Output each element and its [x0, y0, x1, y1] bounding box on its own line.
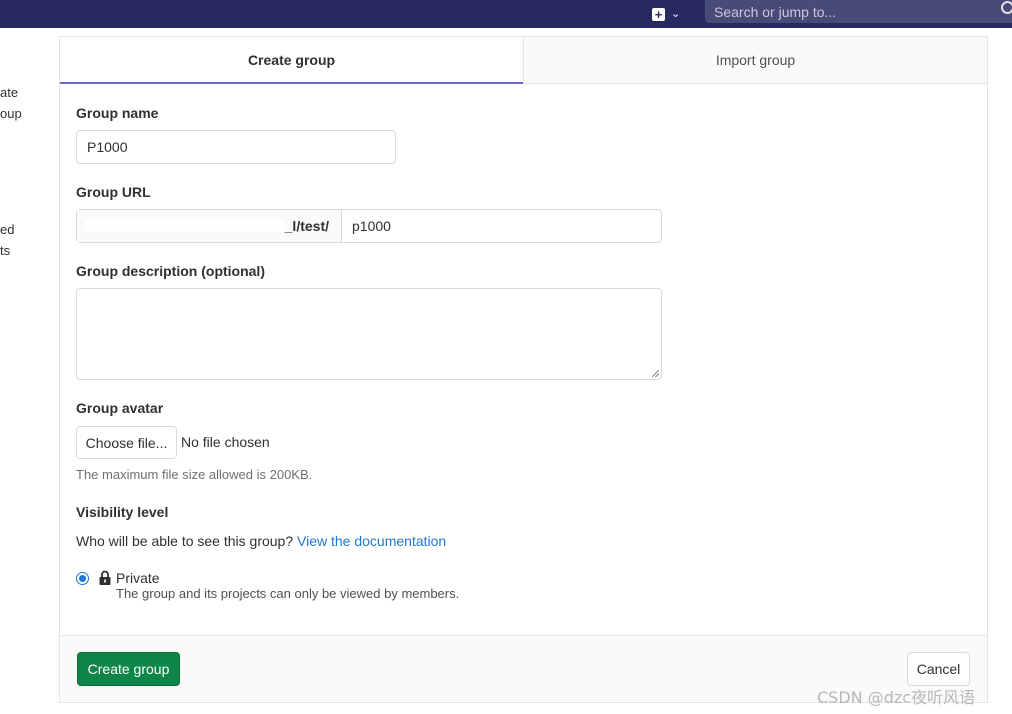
- sidebar-clipped-text: ed: [0, 222, 15, 237]
- chevron-down-icon: ⌄: [671, 7, 681, 20]
- choose-file-button[interactable]: Choose file...: [76, 426, 177, 459]
- resize-grip-icon[interactable]: [652, 370, 659, 377]
- search-input[interactable]: [705, 0, 1012, 23]
- group-avatar-label: Group avatar: [76, 400, 164, 416]
- plus-icon: +: [652, 7, 665, 21]
- group-name-input[interactable]: P1000: [76, 130, 396, 164]
- group-url-label: Group URL: [76, 184, 151, 200]
- group-url-field: _l/test/ p1000: [76, 209, 662, 243]
- tab-import-group[interactable]: Import group: [523, 37, 987, 84]
- private-option-description: The group and its projects can only be v…: [116, 586, 460, 601]
- group-description-label: Group description (optional): [76, 263, 265, 279]
- group-tabs: Create group Import group: [60, 37, 987, 84]
- search-icon: [1001, 1, 1012, 14]
- group-path-input[interactable]: p1000: [342, 210, 661, 242]
- redacted-url-host: [85, 219, 285, 231]
- sidebar-clipped-text: oup: [0, 106, 22, 121]
- group-url-prefix-text: _l/test/: [284, 218, 329, 234]
- csdn-watermark: CSDN @dzc夜听风语: [817, 688, 976, 707]
- visibility-help: Who will be able to see this group? View…: [76, 533, 446, 549]
- visibility-private-radio[interactable]: [76, 572, 89, 585]
- cancel-button[interactable]: Cancel: [907, 652, 970, 686]
- no-file-chosen-text: No file chosen: [181, 434, 270, 450]
- max-file-size-help: The maximum file size allowed is 200KB.: [76, 467, 313, 482]
- private-option-label: Private: [116, 570, 160, 586]
- lock-icon: [99, 570, 111, 585]
- new-group-card: Create group Import group Group name P10…: [59, 36, 988, 703]
- tab-create-group[interactable]: Create group: [60, 37, 523, 84]
- visibility-question: Who will be able to see this group?: [76, 533, 294, 549]
- group-url-prefix: _l/test/: [77, 210, 342, 242]
- create-group-button[interactable]: Create group: [77, 652, 180, 686]
- view-documentation-link[interactable]: View the documentation: [297, 533, 446, 549]
- group-description-textarea[interactable]: [76, 288, 662, 380]
- group-name-label: Group name: [76, 105, 159, 121]
- sidebar-clipped-text: ate: [0, 85, 19, 100]
- top-navbar: + ⌄: [0, 0, 1012, 28]
- visibility-level-label: Visibility level: [76, 504, 169, 520]
- sidebar-clipped-text: ts: [0, 243, 11, 258]
- new-menu-button[interactable]: + ⌄: [652, 0, 690, 28]
